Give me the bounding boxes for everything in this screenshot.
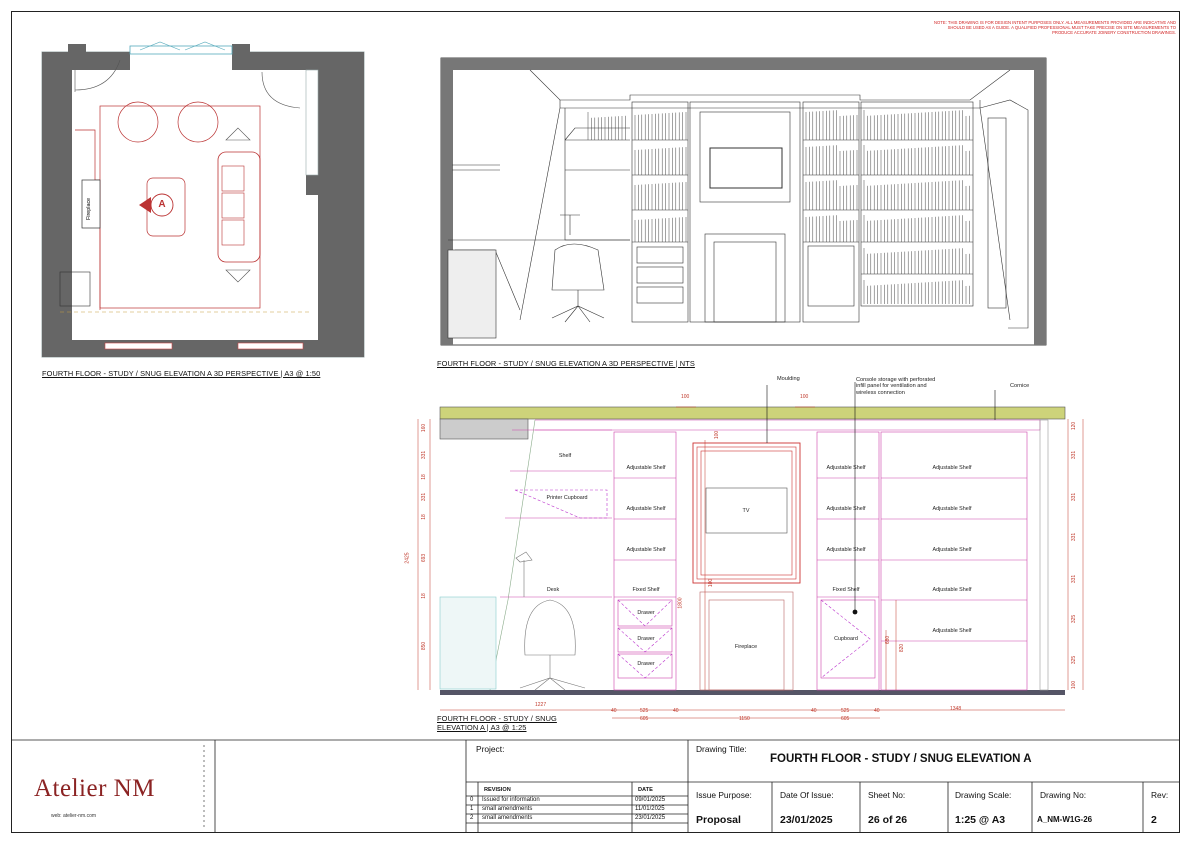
dimension: 820 [899,643,906,653]
date-of-issue-value: 23/01/2025 [780,814,833,826]
adjustable-shelf-label: Adjustable Shelf [626,506,666,512]
revision-desc: small amendments [482,815,533,821]
drawer-label: Drawer [637,661,655,667]
dimension: 100 [800,394,809,400]
dimension: 40 [811,708,817,714]
perspective-caption: FOURTH FLOOR - STUDY / SNUG ELEVATION A … [437,359,695,368]
dimension: 120 [1071,421,1078,431]
revision-num: 0 [470,797,474,803]
drawer-label: Drawer [637,636,655,642]
dimension: 100 [1071,680,1078,690]
dimension: 40 [673,708,679,714]
issue-purpose-label: Issue Purpose: [696,790,752,800]
company-website: web: atelier-nm.com [51,813,97,819]
shelf-label: Shelf [558,453,572,459]
dimension: 1150 [739,716,750,722]
dimension: 331 [1071,450,1078,460]
revision-num: 2 [470,815,474,821]
console-callout-line: wireless connection [856,389,905,396]
adjustable-shelf-label: Adjustable Shelf [626,465,666,471]
elevation-caption-line: FOURTH FLOOR - STUDY / SNUG [437,714,557,723]
dimension: 850 [421,641,428,651]
dimension: 605 [841,716,850,722]
dimension: 693 [421,553,428,563]
dimension: 325 [1071,655,1078,665]
tv-label: TV [742,508,750,514]
adjustable-shelf-label: Adjustable Shelf [932,547,972,553]
drawing-title: FOURTH FLOOR - STUDY / SNUG ELEVATION A [770,753,1032,765]
plan-fireplace-label: Fireplace [86,197,92,220]
issue-purpose-value: Proposal [696,814,741,826]
adjustable-shelf-label: Adjustable Shelf [932,465,972,471]
adjustable-shelf-label: Adjustable Shelf [932,587,972,593]
drawing-sheet [11,11,1180,833]
console-callout: Console storage with perforated infill p… [856,377,935,396]
adjustable-shelf-label: Adjustable Shelf [826,465,866,471]
project-label: Project: [476,744,505,754]
sheet-no-label: Sheet No: [868,790,906,800]
dimension: 525 [841,708,850,714]
revision-date: 11/01/2025 [635,806,665,812]
dimension: 331 [1071,532,1078,542]
dimension: 680 [885,635,892,645]
fireplace-label: Fireplace [734,644,758,650]
console-callout-line: infill panel for ventilation and [856,383,927,390]
drawing-scale-value: 1:25 @ A3 [955,814,1006,826]
sheet-no-value: 26 of 26 [868,814,908,826]
plan-marker-label: A [158,199,166,210]
revision-date: 23/01/2025 [635,815,666,821]
printer-cupboard-label: Printer Cupboard [546,495,588,501]
adjustable-shelf-label: Adjustable Shelf [626,547,666,553]
company-logo: Atelier NM [34,775,155,802]
elevation-caption: FOURTH FLOOR - STUDY / SNUG ELEVATION A … [437,714,557,732]
revision-desc: small amendments [482,806,533,812]
dimension: 100 [708,578,715,588]
dimension: 1800 [677,597,684,609]
adjustable-shelf-label: Adjustable Shelf [932,506,972,512]
rev-value: 2 [1151,814,1157,826]
dimension: 40 [611,708,617,714]
dimension: 331 [1071,492,1078,502]
revision-num: 1 [470,806,474,812]
rev-label: Rev: [1151,790,1169,800]
dimension: 100 [681,394,690,400]
desk-label: Desk [546,587,560,593]
dimension: 2425 [404,552,411,564]
dimension: 331 [1071,574,1078,584]
drawer-label: Drawer [637,610,655,616]
disclaimer-note: NOTE: THIS DRAWING IS FOR DESIGN INTENT … [934,20,1176,35]
moulding-callout: Moulding [777,376,800,382]
plan-caption: FOURTH FLOOR - STUDY / SNUG ELEVATION A … [42,369,321,378]
dimension: 160 [421,423,428,433]
fixed-shelf-label: Fixed Shelf [632,587,660,593]
dimension: 1348 [950,706,962,712]
dimension: 525 [640,708,649,714]
dimension: 331 [421,492,428,502]
dimension: 1227 [535,702,547,708]
adjustable-shelf-label: Adjustable Shelf [932,628,972,634]
adjustable-shelf-label: Adjustable Shelf [826,506,866,512]
dimension: 100 [714,430,721,440]
dimension: 331 [421,450,428,460]
cupboard-label: Cupboard [834,636,858,642]
elevation-caption-line: ELEVATION A | A3 @ 1:25 [437,723,527,732]
dimension: 18 [420,593,427,599]
dimension: 40 [874,708,880,714]
date-header: DATE [638,787,653,793]
dimension: 325 [1071,614,1078,624]
drawing-no-value: A_NM-W1G-26 [1037,815,1093,824]
fixed-shelf-label: Fixed Shelf [832,587,860,593]
revision-header: REVISION [484,787,511,793]
cornice-callout: Cornice [1010,383,1030,389]
revision-date: 09/01/2025 [635,797,666,803]
dimension: 18 [420,474,427,480]
drawing-scale-label: Drawing Scale: [955,790,1012,800]
drawing-title-label: Drawing Title: [696,744,747,754]
date-of-issue-label: Date Of Issue: [780,790,834,800]
drawing-no-label: Drawing No: [1040,790,1087,800]
adjustable-shelf-label: Adjustable Shelf [826,547,866,553]
dimension: 605 [640,716,649,722]
dimension: 18 [420,514,427,520]
revision-desc: Issued for information [482,797,540,803]
